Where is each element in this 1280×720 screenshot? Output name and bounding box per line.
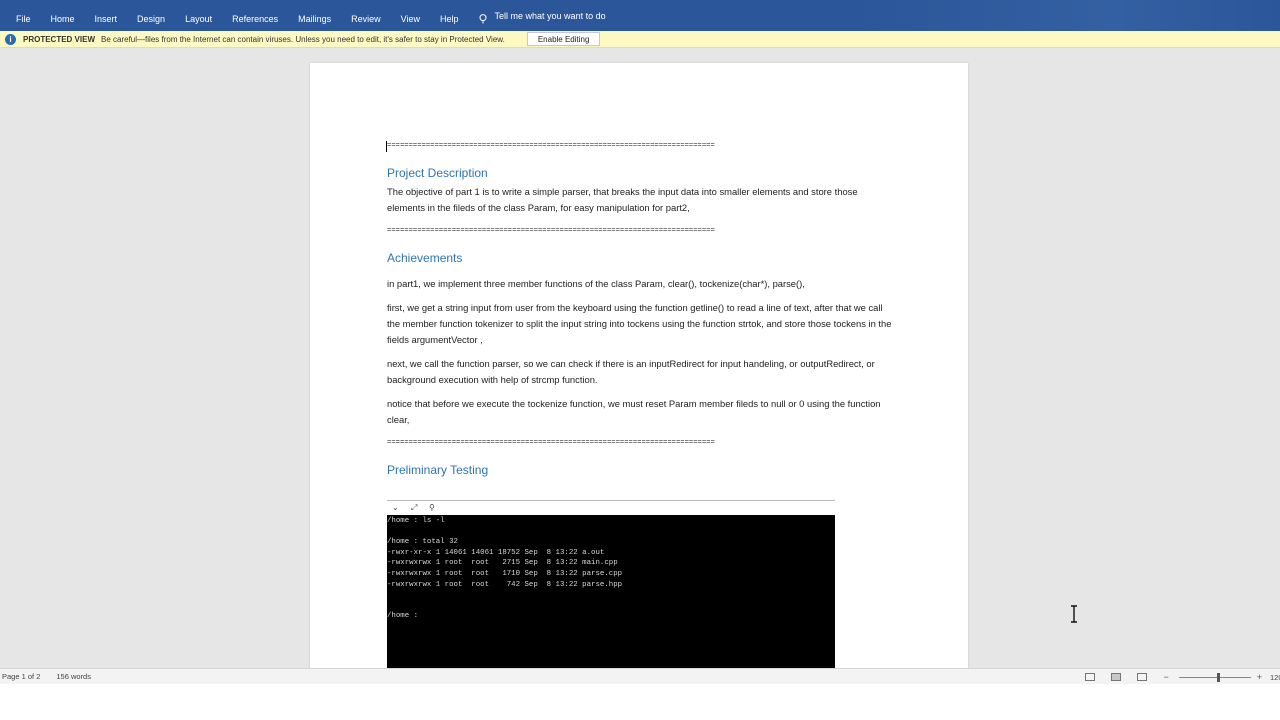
separator-line: ========================================… (387, 439, 715, 447)
paragraph: The objective of part 1 is to write a si… (387, 186, 858, 213)
ribbon-tab-file[interactable]: File (6, 0, 41, 31)
paragraph: next, we call the function parser, so we… (387, 358, 875, 385)
terminal-line: -rwxrwxrwx 1 root root 1710 Sep 8 13:22 … (387, 569, 623, 578)
separator-line: ========================================… (387, 142, 715, 150)
ribbon-tabs: File Home Insert Design Layout References Mail… (6, 0, 469, 31)
ribbon-background-pattern (860, 0, 1280, 31)
document-canvas[interactable]: ========================================… (0, 48, 1280, 668)
page-count[interactable]: Page 1 of 2 (2, 672, 40, 681)
tell-me-search[interactable]: Tell me what you want to do (469, 0, 606, 31)
ribbon-tab-insert[interactable]: Insert (85, 0, 128, 31)
ribbon-tab-home[interactable]: Home (41, 0, 85, 31)
terminal-line: -rwxrwxrwx 1 root root 742 Sep 8 13:22 p… (387, 580, 623, 589)
zoom-slider-thumb[interactable] (1216, 672, 1220, 682)
zoom-slider[interactable] (1178, 672, 1251, 682)
shield-info-icon: i (5, 33, 16, 45)
heading-achievements: Achievements (387, 251, 463, 265)
document-page[interactable]: ========================================… (310, 63, 968, 668)
heading-project-description: Project Description (387, 166, 488, 180)
paragraph: in part1, we implement three member func… (387, 278, 805, 289)
lightbulb-icon (479, 14, 487, 24)
text-caret (386, 141, 387, 152)
protected-view-message: Be careful—files from the Internet can c… (101, 34, 505, 44)
zoom-level[interactable]: 120% (1270, 673, 1280, 682)
read-mode-icon[interactable] (1085, 673, 1096, 681)
protected-view-bar: i PROTECTED VIEW Be careful—files from t… (0, 31, 1280, 48)
ribbon-tab-bar: File Home Insert Design Layout References Mail… (0, 0, 1280, 31)
terminal-line: -rwxr-xr-x 1 14061 14061 18752 Sep 8 13:… (387, 548, 605, 557)
terminal-screenshot[interactable]: ⌄ ⤢ ⚲ /home : ls -l /home : total 32 -rwx… (387, 500, 835, 668)
tell-me-label: Tell me what you want to do (494, 10, 606, 21)
paragraph: first, we get a string input from user f… (387, 302, 892, 345)
ribbon-tab-help[interactable]: Help (430, 0, 469, 31)
zoom-in-button[interactable]: + (1257, 672, 1262, 682)
protected-view-label: PROTECTED VIEW (23, 34, 96, 44)
ribbon-tab-view[interactable]: View (391, 0, 430, 31)
ribbon-tab-design[interactable]: Design (127, 0, 175, 31)
terminal-window-bar: ⌄ ⤢ ⚲ (387, 500, 835, 515)
ribbon-tab-layout[interactable]: Layout (175, 0, 222, 31)
terminal-line: /home : ls -l (387, 517, 445, 525)
window-bottom-strip (0, 684, 1280, 720)
terminal-line: -rwxrwxrwx 1 root root 2715 Sep 8 13:22 … (387, 559, 618, 568)
enable-editing-button[interactable]: Enable Editing (526, 32, 601, 46)
paragraph: notice that before we execute the tocken… (387, 398, 881, 425)
pin-icon: ⚲ (429, 503, 435, 512)
ribbon-tab-references[interactable]: References (222, 0, 288, 31)
separator-line: ========================================… (387, 227, 715, 235)
zoom-out-button[interactable]: − (1163, 672, 1168, 682)
terminal-line: /home : (387, 612, 419, 621)
status-bar: Page 1 of 2 156 words − + 120% (0, 668, 1280, 684)
view-controls: − + 120% (1085, 669, 1280, 685)
terminal-output: /home : ls -l /home : total 32 -rwxr-xr-x… (387, 515, 835, 668)
print-layout-icon[interactable] (1111, 673, 1122, 681)
resize-icon: ⤢ (411, 503, 418, 512)
terminal-line: /home : total 32 (387, 538, 458, 547)
ibeam-cursor-icon (1071, 605, 1077, 623)
heading-preliminary-testing: Preliminary Testing (387, 463, 489, 477)
ribbon-tab-mailings[interactable]: Mailings (288, 0, 341, 31)
word-count[interactable]: 156 words (56, 672, 91, 681)
chevron-down-icon: ⌄ (392, 503, 399, 512)
document-body[interactable]: ========================================… (386, 141, 897, 478)
ribbon-tab-review[interactable]: Review (341, 0, 391, 31)
web-layout-icon[interactable] (1137, 673, 1148, 681)
